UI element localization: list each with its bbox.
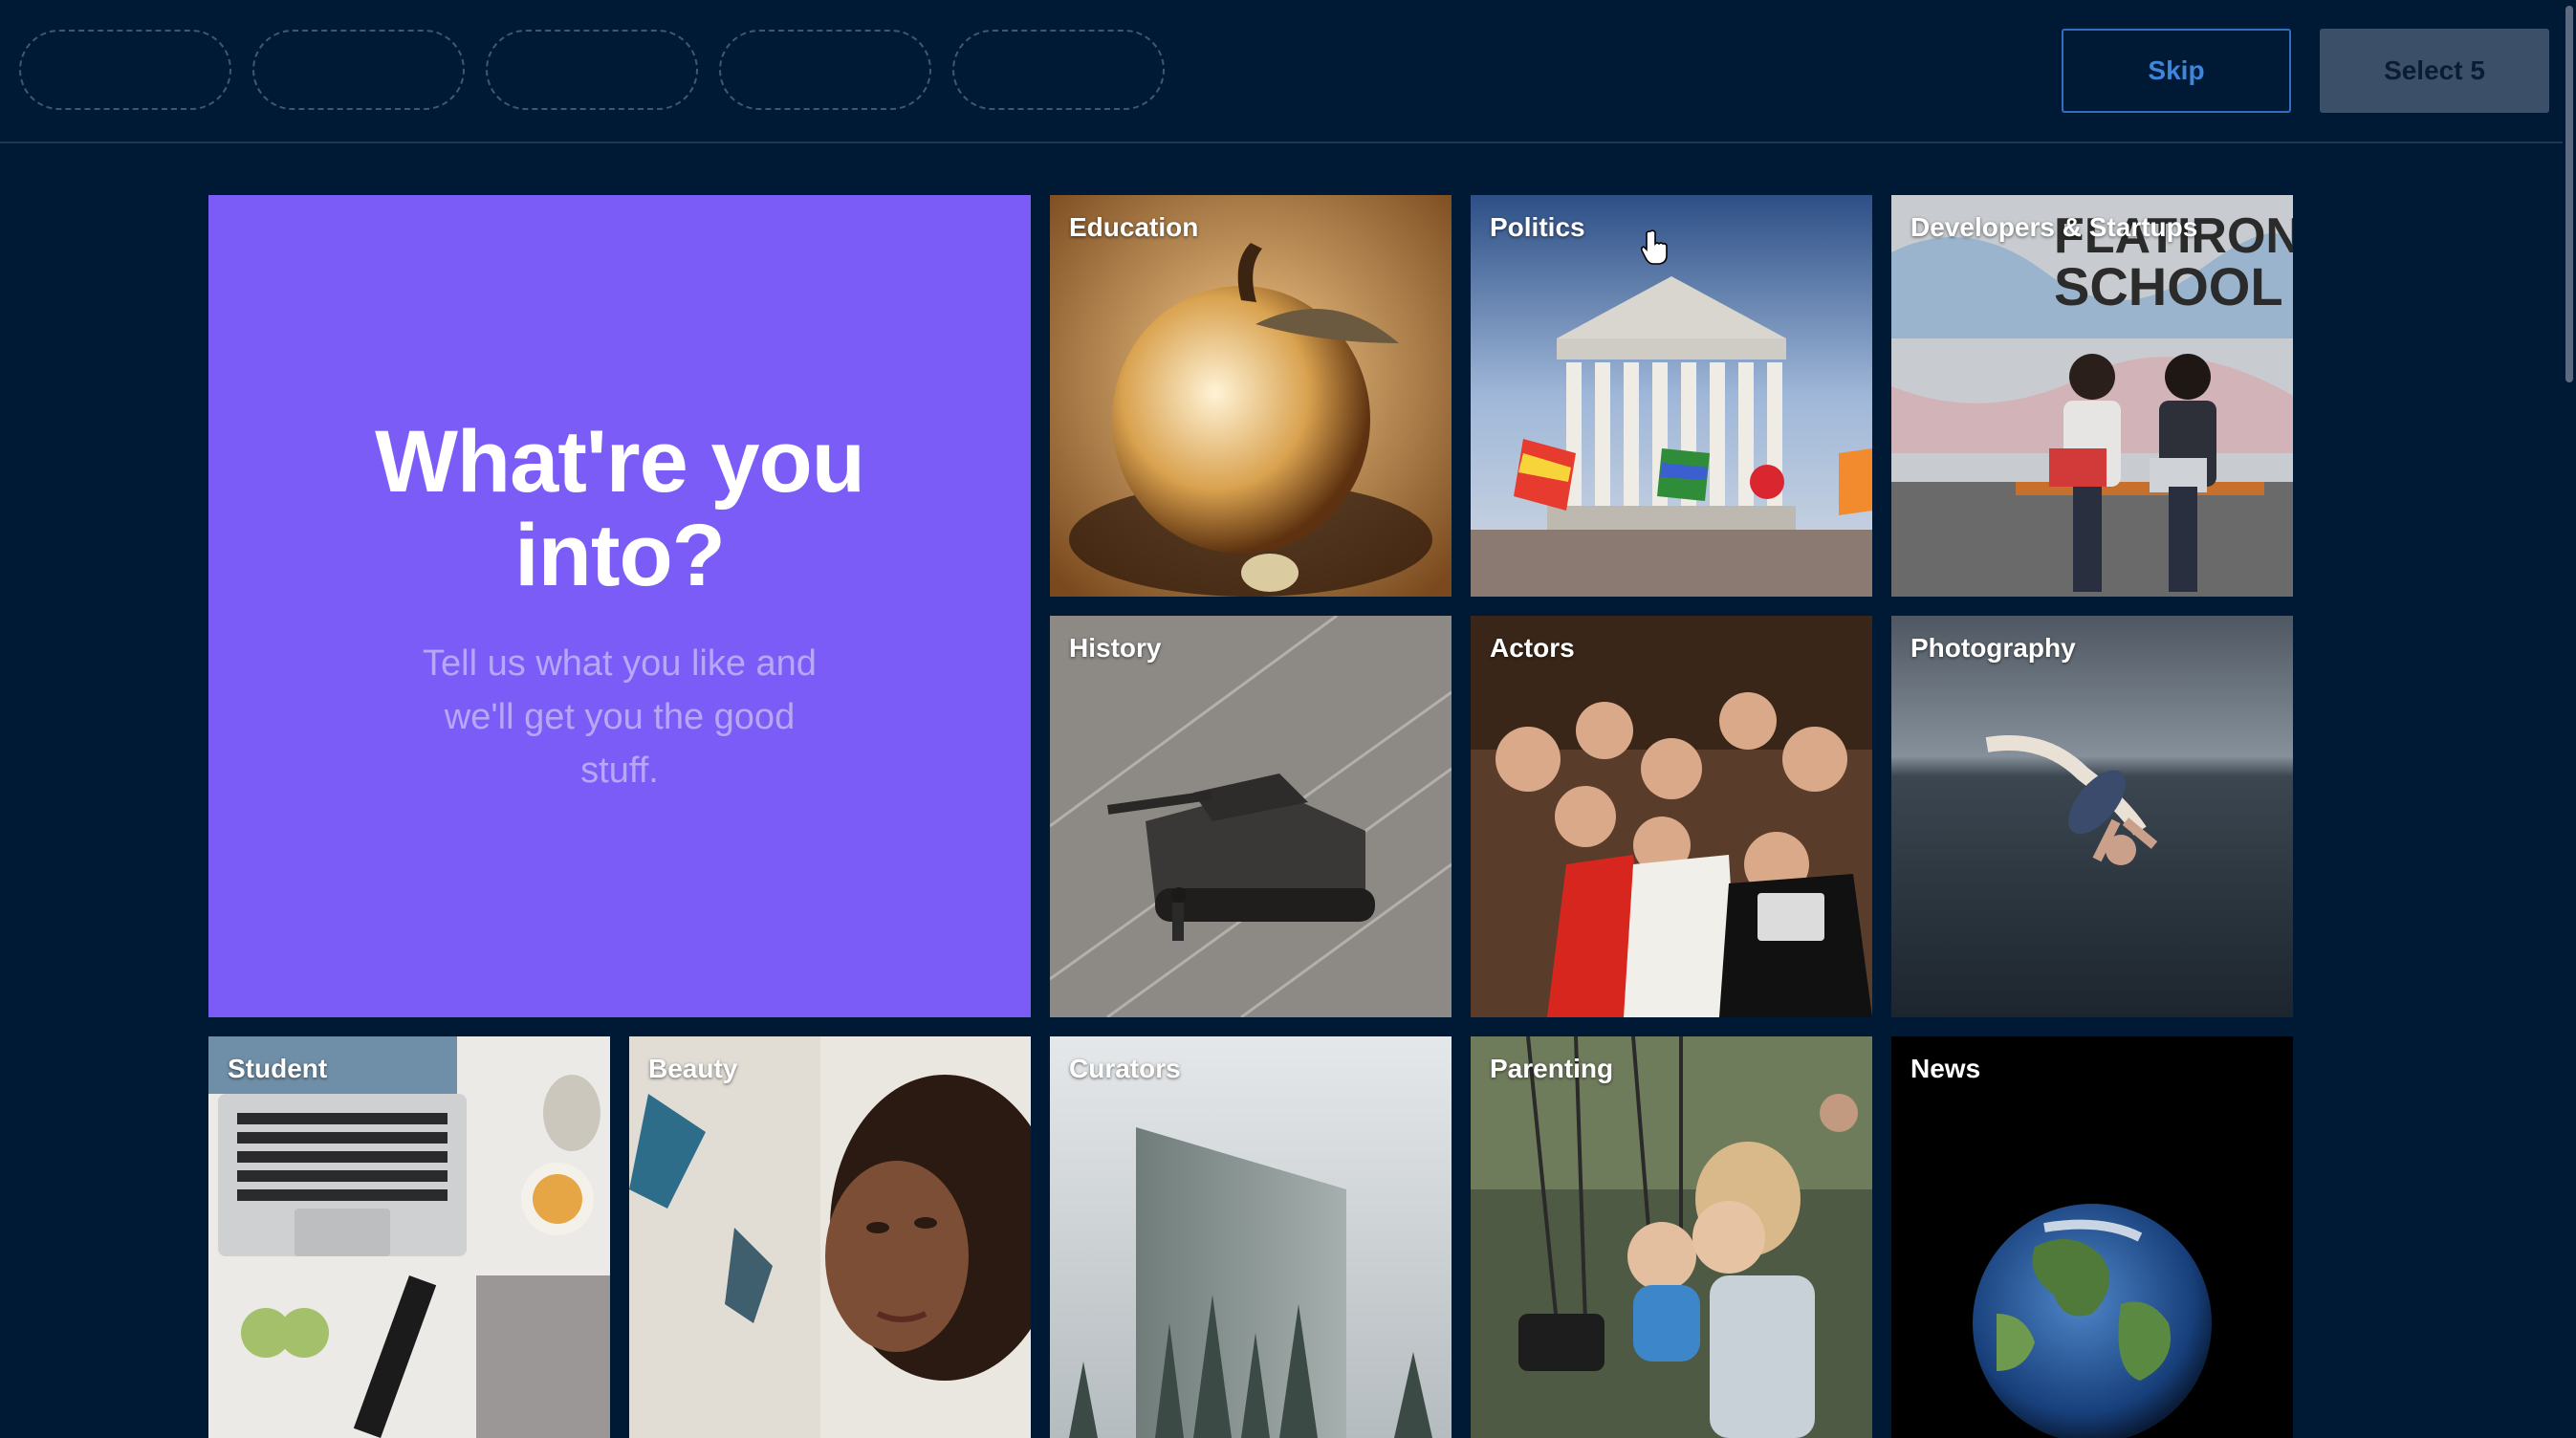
topic-tile-developers-startups[interactable]: FLATIRON SCHOOL Developers & Startups (1891, 195, 2293, 597)
mirror-forest-photo (1050, 1036, 1452, 1438)
earth-photo (1891, 1036, 2293, 1438)
tank-photo (1050, 616, 1452, 1017)
scrollbar-thumb[interactable] (2565, 6, 2573, 382)
topic-tile-news[interactable]: News (1891, 1036, 2293, 1438)
graffiti-photo: FLATIRON SCHOOL (1891, 195, 2293, 597)
topic-label: Politics (1490, 212, 1585, 242)
topic-tile-history[interactable]: History (1050, 616, 1452, 1017)
selection-bar: Skip Select 5 (0, 0, 2563, 143)
topic-tile-beauty[interactable]: Beauty (629, 1036, 1031, 1438)
swing-photo (1471, 1036, 1872, 1438)
topic-tile-student[interactable]: Student (208, 1036, 610, 1438)
svg-text:SCHOOL: SCHOOL (2054, 256, 2283, 316)
topic-tile-curators[interactable]: Curators (1050, 1036, 1452, 1438)
topic-label: Curators (1069, 1054, 1181, 1083)
topic-tile-parenting[interactable]: Parenting (1471, 1036, 1872, 1438)
selfie-photo (1471, 616, 1872, 1017)
select-button[interactable]: Select 5 (2320, 29, 2549, 113)
apple-photo (1050, 195, 1452, 597)
topic-label: Developers & Startups (1910, 212, 2198, 242)
topic-label: Student (228, 1054, 328, 1083)
topic-label: Parenting (1490, 1054, 1614, 1083)
skip-button[interactable]: Skip (2062, 29, 2291, 113)
laptop-photo (208, 1036, 610, 1438)
selection-slot-5 (952, 30, 1165, 110)
page-subtitle: Tell us what you like and we'll get you … (423, 643, 817, 791)
topic-label: Actors (1490, 633, 1575, 663)
topic-label: Photography (1910, 633, 2076, 663)
selection-slot-3 (486, 30, 698, 110)
topic-label: Education (1069, 212, 1199, 242)
topic-tile-actors[interactable]: Actors (1471, 616, 1872, 1017)
page-title: What're you into? (375, 413, 865, 604)
topic-label: News (1910, 1054, 1981, 1083)
topic-tile-photography[interactable]: Photography (1891, 616, 2293, 1017)
topic-label: History (1069, 633, 1162, 663)
selection-slot-4 (719, 30, 931, 110)
selection-slot-1 (19, 30, 231, 110)
scrollbar[interactable] (2563, 0, 2576, 1331)
selection-slot-2 (252, 30, 465, 110)
intro-card: What're you into? Tell us what you like … (208, 195, 1031, 1017)
topic-label: Beauty (648, 1054, 738, 1083)
topic-tile-education[interactable]: Education (1050, 195, 1452, 597)
portrait-photo (629, 1036, 1031, 1438)
hand-cursor-icon (1641, 229, 1668, 265)
topic-tile-politics[interactable]: Politics (1471, 195, 1872, 597)
jumper-photo (1891, 616, 2293, 1017)
courthouse-photo (1471, 195, 1872, 597)
